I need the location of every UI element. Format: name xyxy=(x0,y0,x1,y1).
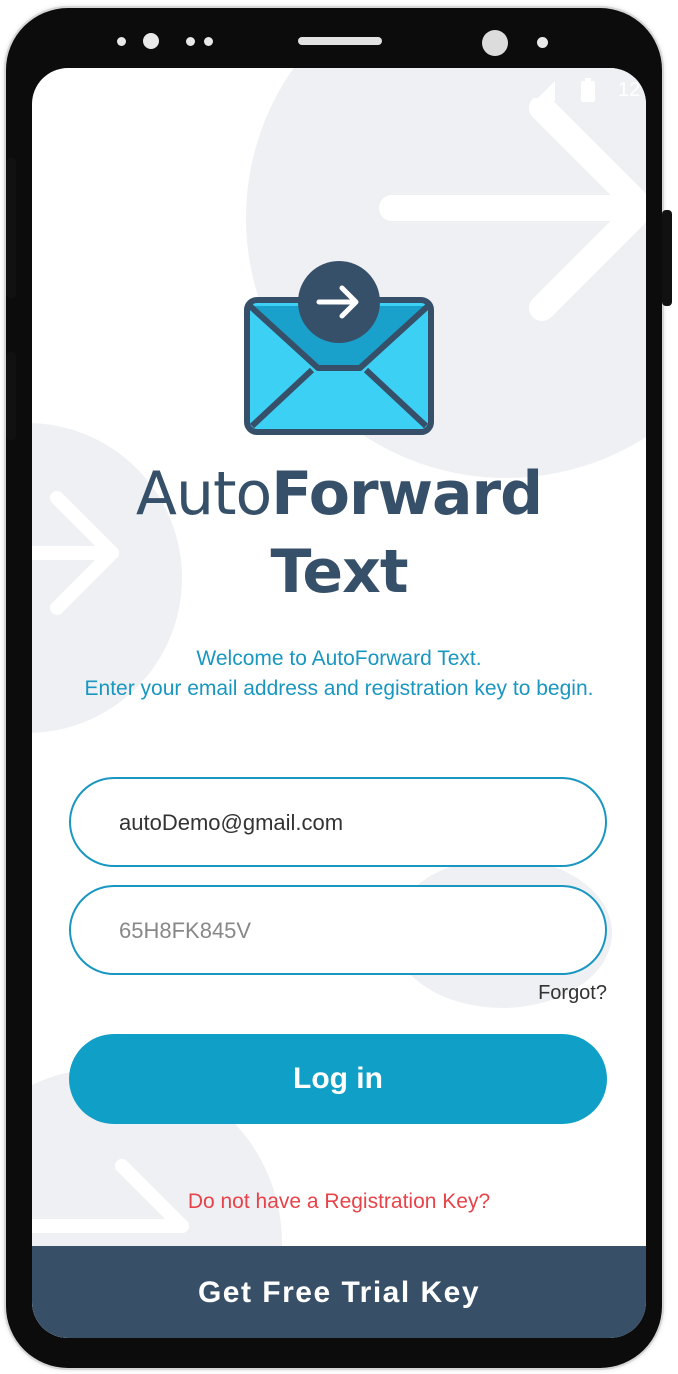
status-time: 12 xyxy=(618,79,641,101)
sensor-dot xyxy=(537,37,548,48)
battery-icon xyxy=(581,78,595,102)
login-button[interactable]: Log in xyxy=(69,1034,607,1124)
sensor-dot xyxy=(117,37,126,46)
speaker-grille xyxy=(298,37,382,45)
registration-key-input[interactable] xyxy=(117,887,561,975)
welcome-message: Welcome to AutoForward Text. Enter your … xyxy=(0,644,678,704)
power-button-left xyxy=(6,352,16,440)
forgot-link[interactable]: Forgot? xyxy=(538,982,607,1005)
sensor-dot xyxy=(186,37,195,46)
wifi-icon xyxy=(535,81,555,101)
phone-top-bezel xyxy=(0,0,678,70)
envelope-forward-icon xyxy=(244,261,434,435)
app-title-line2: Text xyxy=(270,537,408,607)
email-input[interactable] xyxy=(117,779,561,867)
app-title-forward: Forward xyxy=(271,459,543,529)
sensor-dot xyxy=(204,37,213,46)
power-button-right xyxy=(662,210,672,306)
sensor-dot xyxy=(143,33,159,49)
welcome-line-2: Enter your email address and registratio… xyxy=(84,677,594,700)
welcome-line-1: Welcome to AutoForward Text. xyxy=(196,647,482,670)
app-title-auto: Auto xyxy=(135,459,272,529)
get-free-trial-key-button[interactable]: Get Free Trial Key xyxy=(32,1246,646,1338)
front-camera xyxy=(482,30,508,56)
registration-key-field[interactable] xyxy=(69,885,607,975)
no-registration-key-link[interactable]: Do not have a Registration Key? xyxy=(0,1190,678,1214)
app-title: AutoForward xyxy=(0,458,678,530)
volume-button xyxy=(6,158,16,298)
status-bar: 12 xyxy=(530,78,660,104)
email-field[interactable] xyxy=(69,777,607,867)
